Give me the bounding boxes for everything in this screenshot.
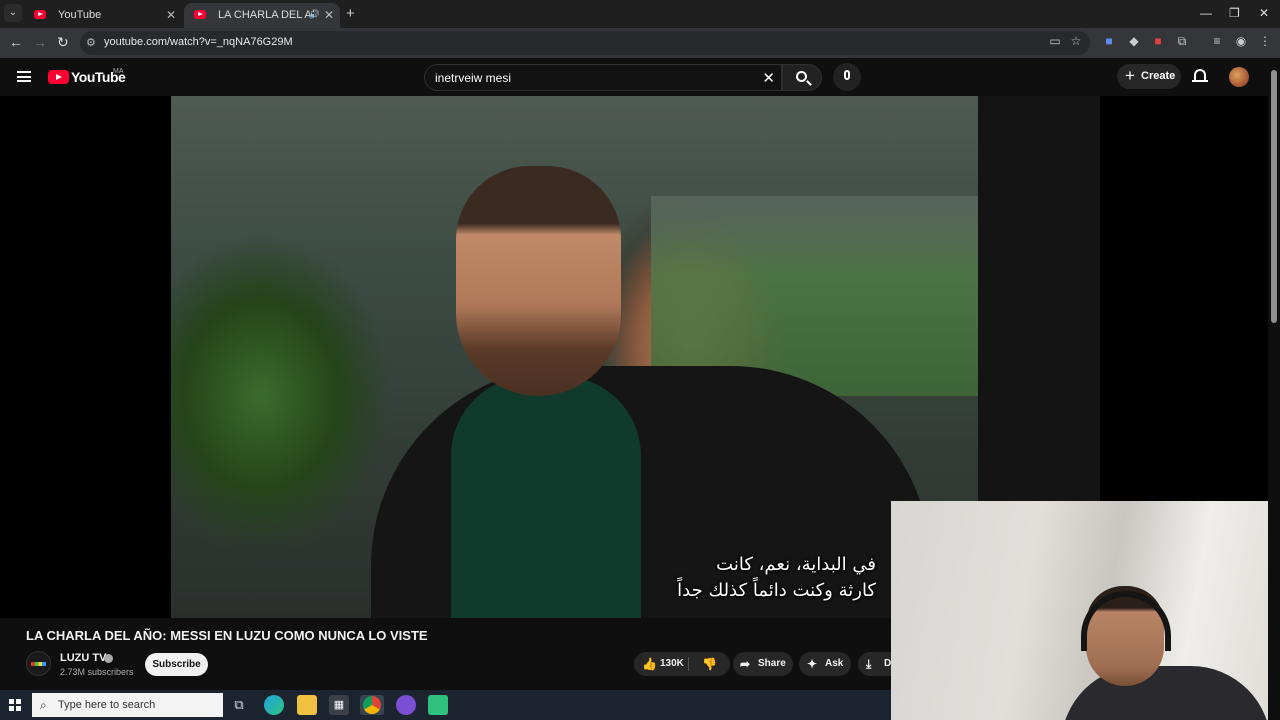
verified-icon — [104, 654, 113, 663]
tab-youtube-home[interactable]: YouTube ✕ — [24, 3, 182, 28]
chrome-icon — [363, 696, 381, 714]
page-scrollbar[interactable] — [1268, 58, 1280, 720]
search-icon — [796, 71, 807, 82]
video-person-head — [456, 166, 621, 396]
minimize-icon[interactable]: — — [1200, 6, 1212, 20]
taskbar-search-placeholder[interactable]: Type here to search — [58, 699, 155, 711]
windows-taskbar: ⌕ Type here to search ⧉ ▦ — [0, 690, 891, 720]
task-view-icon[interactable]: ⧉ — [229, 695, 249, 715]
windows-start-icon[interactable] — [9, 699, 21, 711]
channel-name[interactable]: LUZU TV — [60, 652, 106, 664]
browser-toolbar: ← → ↻ ⚙ youtube.com/watch?v=_nqNA76G29M … — [0, 28, 1280, 58]
file-explorer-icon[interactable] — [297, 695, 317, 715]
extension-red-icon[interactable]: ■ — [1150, 34, 1166, 48]
url-text[interactable]: youtube.com/watch?v=_nqNA76G29M — [104, 36, 293, 48]
create-button[interactable]: + Create — [1117, 64, 1181, 89]
share-icon: ➦ — [740, 657, 751, 671]
share-label: Share — [758, 658, 786, 669]
voice-search-button[interactable] — [833, 63, 861, 91]
video-frame[interactable] — [171, 96, 978, 618]
search-icon: ⌕ — [40, 698, 47, 712]
cast-icon[interactable]: ▭ — [1047, 34, 1063, 48]
browser-menu-icon[interactable]: ⋮ — [1257, 34, 1273, 48]
download-icon: ⤓ — [866, 657, 872, 671]
extensions-puzzle-icon[interactable]: ⧉ — [1174, 34, 1190, 49]
search-query[interactable]: inetrveiw mesi — [435, 71, 511, 85]
edge-browser-icon[interactable] — [264, 695, 284, 715]
menu-icon[interactable] — [17, 71, 31, 82]
window-close-icon[interactable]: ✕ — [1259, 6, 1269, 20]
extension-diamond-icon[interactable]: ◆ — [1126, 34, 1142, 48]
scroll-thumb[interactable] — [1271, 70, 1277, 323]
ask-button[interactable]: ✦ Ask — [799, 652, 851, 676]
tab-title: YouTube — [58, 9, 102, 21]
create-label: Create — [1141, 70, 1176, 82]
search-input[interactable]: inetrveiw mesi ✕ — [424, 64, 782, 91]
webcam-person-body — [1061, 666, 1271, 720]
like-dislike-group: 👍 130K 👎 — [634, 652, 730, 676]
chrome-taskbar-button[interactable] — [360, 695, 384, 715]
youtube-favicon-icon — [194, 10, 206, 19]
taskbar-search[interactable]: ⌕ Type here to search — [32, 693, 223, 717]
bookmark-star-icon[interactable]: ☆ — [1068, 34, 1084, 48]
like-divider — [688, 657, 689, 671]
ask-label: Ask — [825, 658, 844, 669]
bell-icon[interactable] — [1192, 69, 1208, 82]
country-code: MA — [113, 68, 124, 75]
like-icon[interactable]: 👍 — [642, 652, 657, 676]
webcam-overlay — [891, 501, 1280, 720]
tab-close-icon[interactable]: ✕ — [166, 8, 176, 22]
avatar[interactable] — [1229, 67, 1249, 87]
tab-close-icon[interactable]: ✕ — [324, 8, 334, 22]
address-bar[interactable]: ⚙ youtube.com/watch?v=_nqNA76G29M — [80, 31, 1090, 55]
video-title: LA CHARLA DEL AÑO: MESSI EN LUZU COMO NU… — [26, 628, 428, 643]
youtube-favicon-icon — [34, 10, 46, 19]
reload-icon[interactable]: ↻ — [57, 34, 69, 51]
youtube-header: YouTube MA inetrveiw mesi ✕ + Create — [0, 58, 1280, 96]
plus-icon: + — [1125, 66, 1135, 85]
subscribe-button[interactable]: Subscribe — [145, 653, 208, 676]
discord-icon[interactable] — [396, 695, 416, 715]
mic-icon — [844, 70, 850, 80]
channel-avatar[interactable] — [26, 651, 51, 676]
profile-icon[interactable]: ◉ — [1233, 34, 1249, 48]
browser-tab-strip: ⌄ YouTube ✕ LA CHARLA DEL AÑO: MESSI EN … — [0, 0, 1280, 28]
subtitle-line: في البداية، نعم، كانت — [716, 554, 876, 575]
tab-search-chevron-icon[interactable]: ⌄ — [4, 4, 22, 22]
dislike-icon[interactable]: 👎 — [702, 652, 717, 676]
media-controls-icon[interactable]: ≡ — [1209, 34, 1225, 48]
store-icon[interactable]: ▦ — [329, 695, 349, 715]
youtube-play-logo-icon — [48, 70, 69, 84]
restore-icon[interactable]: ❐ — [1229, 6, 1240, 20]
app-green-icon[interactable] — [428, 695, 448, 715]
search-button[interactable] — [782, 64, 822, 91]
clear-search-icon[interactable]: ✕ — [762, 69, 775, 87]
like-count[interactable]: 130K — [660, 652, 684, 676]
translate-extension-icon[interactable]: ■ — [1101, 34, 1117, 48]
subtitle-line: كارثة وكنت دائماً كذلك جداً — [677, 580, 876, 601]
audio-playing-icon[interactable]: 🔊 — [309, 9, 320, 20]
video-subtitles: في البداية، نعم، كانت كارثة وكنت دائماً … — [600, 552, 876, 604]
site-info-icon[interactable]: ⚙ — [86, 36, 96, 49]
tab-title: LA CHARLA DEL AÑO: MESSI EN LUZU COMO NU… — [218, 9, 314, 21]
back-icon[interactable]: ← — [9, 34, 23, 50]
share-button[interactable]: ➦ Share — [733, 652, 793, 676]
sparkle-icon: ✦ — [807, 657, 818, 671]
forward-icon[interactable]: → — [33, 34, 47, 50]
subscriber-count: 2.73M subscribers — [60, 667, 134, 677]
tab-video-active[interactable]: LA CHARLA DEL AÑO: MESSI EN LUZU COMO NU… — [184, 3, 340, 28]
new-tab-icon[interactable]: + — [346, 5, 355, 22]
